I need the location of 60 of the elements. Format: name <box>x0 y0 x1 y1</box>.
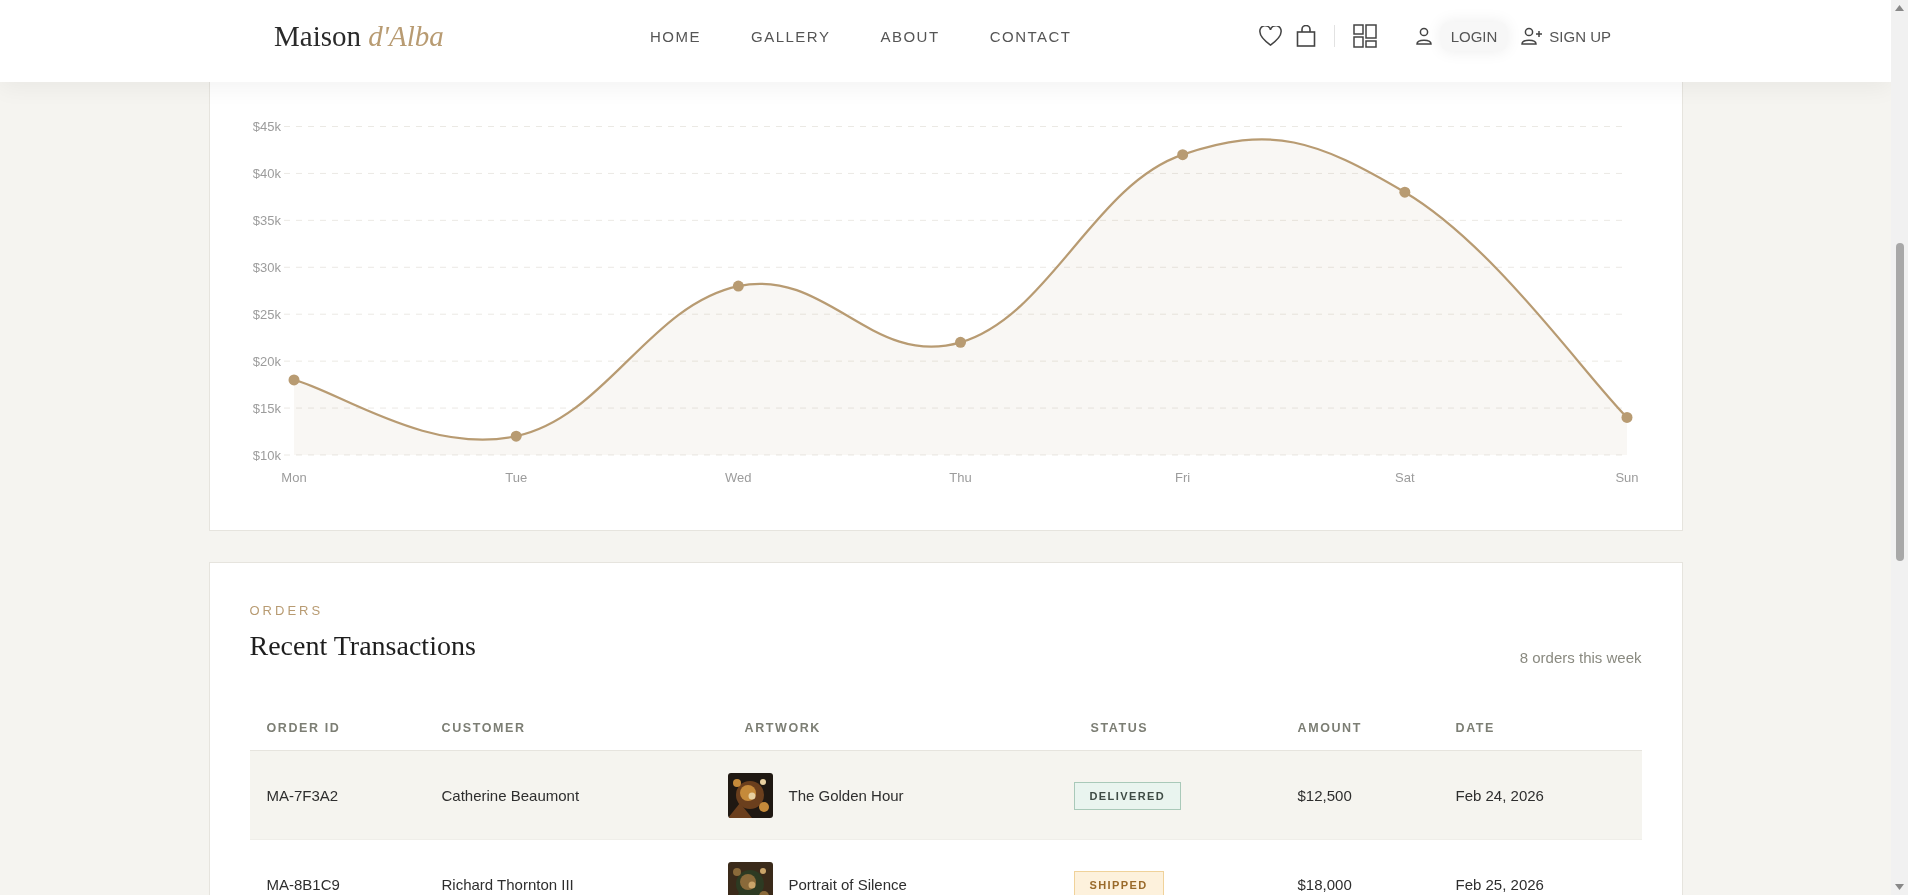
nav-link[interactable]: GALLERY <box>751 27 831 45</box>
table-cell-text: MA-7F3A2 <box>265 786 340 804</box>
heart-icon[interactable] <box>1258 25 1282 47</box>
table-cell-text: MA-8B1C9 <box>265 875 341 893</box>
column-header: ORDER ID <box>265 721 342 735</box>
table-cell-text: Richard Thornton III <box>440 875 575 893</box>
status-badge: DELIVERED <box>1073 782 1182 810</box>
data-point <box>1398 186 1410 198</box>
order-count: 8 orders this week <box>1519 649 1642 666</box>
nav-link[interactable]: HOME <box>650 27 701 45</box>
table-cell-text: Feb 25, 2026 <box>1454 875 1545 893</box>
data-point <box>954 336 966 348</box>
shopping-bag-icon[interactable] <box>1295 25 1316 47</box>
column-header: AMOUNT <box>1296 721 1363 735</box>
table-cell-text: $12,500 <box>1296 786 1353 804</box>
axis-label: $15k <box>252 400 281 416</box>
add-user-icon[interactable] <box>1521 27 1544 45</box>
axis-label: $35k <box>252 212 281 228</box>
axis-label: $25k <box>252 306 281 322</box>
table-row[interactable]: MA-7F3A2 Catherine Beaumont The Golden Hour DELIVERED $12,500 Feb 24, 2026 <box>249 751 1642 840</box>
sign-up-link[interactable]: SIGN UP <box>1549 27 1611 45</box>
scroll-up-icon[interactable] <box>1895 5 1904 11</box>
axis-label: Tue <box>504 470 527 485</box>
data-point <box>288 374 299 386</box>
data-point <box>1176 149 1188 161</box>
axis-label: Fri <box>1174 470 1190 485</box>
logo[interactable]: Maison d'Alba <box>274 19 574 53</box>
table-cell-text: Catherine Beaumont <box>440 786 581 804</box>
axis-label: $30k <box>252 259 281 275</box>
axis-label: Wed <box>724 470 752 485</box>
column-header: STATUS <box>1089 721 1150 735</box>
axis-label: Thu <box>948 470 972 485</box>
axis-label: $20k <box>252 353 281 369</box>
axis-label: $40k <box>252 165 281 181</box>
axis-label: Sat <box>1394 470 1415 485</box>
scrollbar-thumb[interactable] <box>1896 243 1904 561</box>
data-point <box>732 280 744 292</box>
nav-link[interactable]: CONTACT <box>989 27 1072 45</box>
column-header: ARTWORK <box>743 721 822 735</box>
data-point <box>1621 411 1632 423</box>
axis-label: Mon <box>280 470 307 485</box>
axis-label: $10k <box>252 447 281 463</box>
column-header: CUSTOMER <box>440 721 527 735</box>
section-title: Recent Transactions <box>249 630 476 662</box>
section-eyebrow: ORDERS <box>249 603 325 618</box>
table-cell-text: $18,000 <box>1296 875 1353 893</box>
table-row[interactable]: MA-8B1C9 Richard Thornton III Portrait of Silence SHIPPED $18,000 Feb 25, 2026 <box>249 840 1642 895</box>
grid-icon[interactable] <box>1352 24 1377 48</box>
table-cell-text: Feb 24, 2026 <box>1454 786 1545 804</box>
login-link[interactable]: LOGIN <box>1440 21 1508 51</box>
axis-label: $45k <box>252 119 281 134</box>
nav-link[interactable]: ABOUT <box>880 27 940 45</box>
status-badge: SHIPPED <box>1073 871 1164 895</box>
axis-label: Sun <box>1614 470 1639 485</box>
scroll-down-icon[interactable] <box>1895 884 1904 890</box>
user-icon[interactable] <box>1414 27 1433 45</box>
column-header: DATE <box>1454 721 1496 735</box>
table-cell: The Golden Hour <box>788 786 904 804</box>
table-cell: Portrait of Silence <box>788 875 907 893</box>
data-point <box>510 430 522 442</box>
